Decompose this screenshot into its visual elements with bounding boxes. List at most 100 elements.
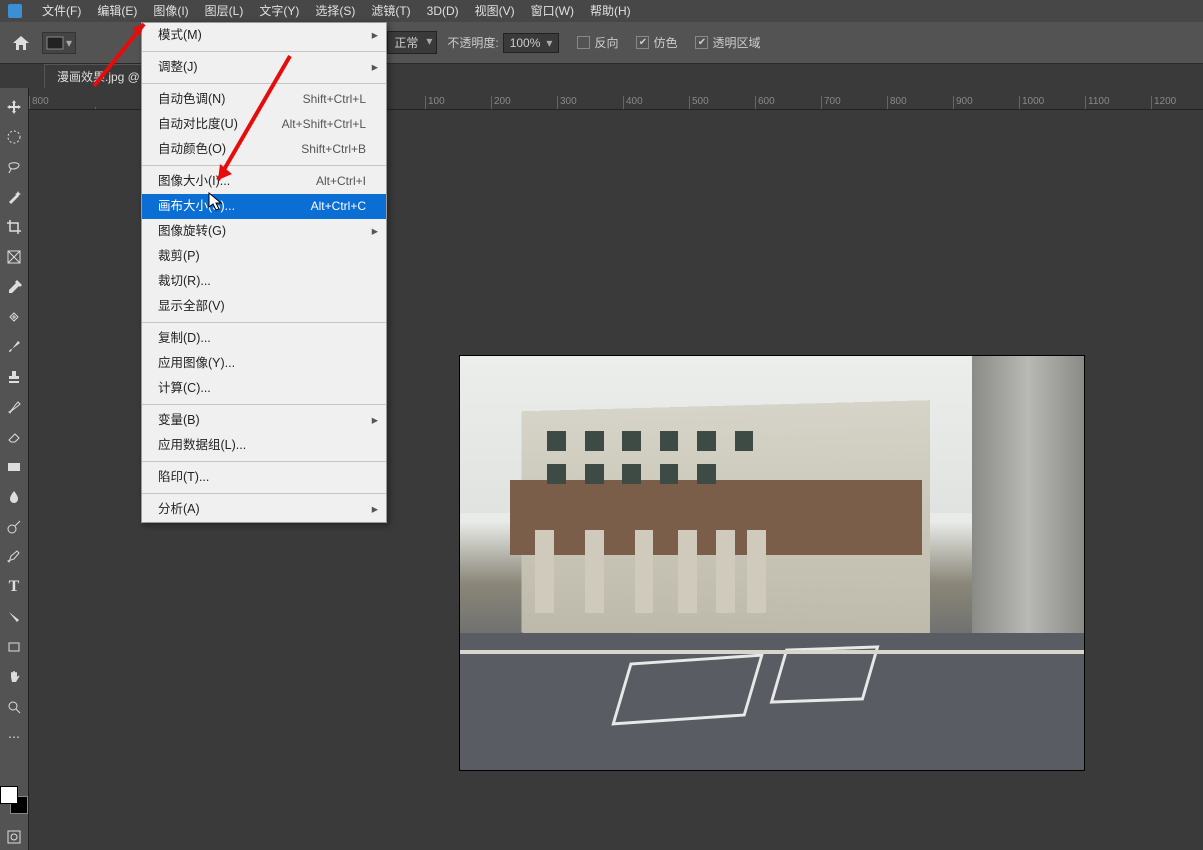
eyedropper-tool[interactable] xyxy=(0,274,28,300)
zoom-tool[interactable] xyxy=(0,694,28,720)
dither-checkbox[interactable]: 仿色 xyxy=(636,34,677,51)
brush-tool[interactable] xyxy=(0,334,28,360)
ruler-tick: 600 xyxy=(755,96,821,109)
gradient-icon xyxy=(6,459,22,475)
hand-icon xyxy=(6,669,22,685)
menu-select[interactable]: 选择(S) xyxy=(307,0,363,22)
menu-item-label: 变量(B) xyxy=(158,412,366,429)
menu-item[interactable]: 计算(C)... xyxy=(142,376,386,401)
marquee-icon xyxy=(6,129,22,145)
annotation-arrow-1 xyxy=(88,14,162,92)
reverse-checkbox[interactable]: 反向 xyxy=(577,34,618,51)
pen-tool[interactable] xyxy=(0,544,28,570)
doc-preset-button[interactable]: ▾ xyxy=(42,32,76,54)
ellipsis-icon: ⋯ xyxy=(8,730,20,744)
home-icon xyxy=(12,35,30,51)
menu-separator xyxy=(142,461,386,462)
ruler-tick: 700 xyxy=(821,96,887,109)
menu-file[interactable]: 文件(F) xyxy=(34,0,89,22)
ruler-tick: 800 xyxy=(887,96,953,109)
document-image xyxy=(459,355,1085,771)
menu-view[interactable]: 视图(V) xyxy=(467,0,523,22)
menu-item-label: 应用数据组(L)... xyxy=(158,437,366,454)
menu-item[interactable]: 模式(M) xyxy=(142,23,386,48)
opacity-label: 不透明度: xyxy=(447,34,498,51)
frame-tool[interactable] xyxy=(0,244,28,270)
menu-layer[interactable]: 图层(L) xyxy=(197,0,252,22)
menu-item-label: 裁剪(P) xyxy=(158,248,366,265)
menu-item[interactable]: 变量(B) xyxy=(142,408,386,433)
frame-icon xyxy=(6,249,22,265)
blur-tool[interactable] xyxy=(0,484,28,510)
menu-item-label: 显示全部(V) xyxy=(158,298,366,315)
menu-item[interactable]: 分析(A) xyxy=(142,497,386,522)
path-icon xyxy=(6,609,22,625)
transparency-checkbox[interactable]: 透明区域 xyxy=(695,34,760,51)
more-tools[interactable]: ⋯ xyxy=(0,724,28,750)
menu-item-label: 图像旋转(G) xyxy=(158,223,366,240)
menu-item-shortcut: Shift+Ctrl+B xyxy=(301,141,366,158)
rect-tool[interactable] xyxy=(0,634,28,660)
move-tool[interactable] xyxy=(0,94,28,120)
menu-item[interactable]: 复制(D)... xyxy=(142,326,386,351)
menu-item-label: 模式(M) xyxy=(158,27,366,44)
ruler-tick: 400 xyxy=(623,96,689,109)
menu-item[interactable]: 图像旋转(G) xyxy=(142,219,386,244)
eyedropper-icon xyxy=(6,279,22,295)
ruler-tick: 800 xyxy=(29,96,95,109)
history-brush-tool[interactable] xyxy=(0,394,28,420)
menu-help[interactable]: 帮助(H) xyxy=(582,0,639,22)
menu-item-label: 应用图像(Y)... xyxy=(158,355,366,372)
ruler-tick: 1200 xyxy=(1151,96,1203,109)
menu-separator xyxy=(142,404,386,405)
menu-3d[interactable]: 3D(D) xyxy=(419,0,467,22)
menu-item-label: 复制(D)... xyxy=(158,330,366,347)
ruler-tick: 500 xyxy=(689,96,755,109)
blur-icon xyxy=(6,489,22,505)
lasso-tool[interactable] xyxy=(0,154,28,180)
menu-item[interactable]: 裁剪(P) xyxy=(142,244,386,269)
type-icon: T xyxy=(9,578,20,596)
menu-separator xyxy=(142,493,386,494)
opacity-control: 不透明度: 100%▾ xyxy=(447,33,559,53)
type-tool[interactable]: T xyxy=(0,574,28,600)
mode-dropdown[interactable]: 正常 xyxy=(387,31,437,54)
lasso-icon xyxy=(6,159,22,175)
ruler-tick: 1100 xyxy=(1085,96,1151,109)
healing-icon xyxy=(6,309,22,325)
menu-window[interactable]: 窗口(W) xyxy=(523,0,582,22)
move-icon xyxy=(6,99,22,115)
menu-item[interactable]: 显示全部(V) xyxy=(142,294,386,319)
menu-item-label: 计算(C)... xyxy=(158,380,366,397)
color-swatches[interactable] xyxy=(0,786,28,814)
stamp-tool[interactable] xyxy=(0,364,28,390)
annotation-arrow-2 xyxy=(200,48,300,198)
menu-item[interactable]: 应用数据组(L)... xyxy=(142,433,386,458)
menu-filter[interactable]: 滤镜(T) xyxy=(363,0,418,22)
crop-tool[interactable] xyxy=(0,214,28,240)
menu-item[interactable]: 应用图像(Y)... xyxy=(142,351,386,376)
dodge-icon xyxy=(6,519,22,535)
eraser-tool[interactable] xyxy=(0,424,28,450)
quick-mask[interactable] xyxy=(0,824,28,850)
ruler-tick: 200 xyxy=(491,96,557,109)
healing-tool[interactable] xyxy=(0,304,28,330)
wand-tool[interactable] xyxy=(0,184,28,210)
gradient-tool[interactable] xyxy=(0,454,28,480)
hand-tool[interactable] xyxy=(0,664,28,690)
marquee-tool[interactable] xyxy=(0,124,28,150)
menu-item[interactable]: 陷印(T)... xyxy=(142,465,386,490)
home-button[interactable] xyxy=(10,34,32,52)
opacity-value[interactable]: 100%▾ xyxy=(503,33,560,53)
history-brush-icon xyxy=(6,399,22,415)
dodge-tool[interactable] xyxy=(0,514,28,540)
path-tool[interactable] xyxy=(0,604,28,630)
menu-item[interactable]: 裁切(R)... xyxy=(142,269,386,294)
foreground-swatch[interactable] xyxy=(0,786,18,804)
menu-type[interactable]: 文字(Y) xyxy=(251,0,307,22)
ruler-tick: 100 xyxy=(425,96,491,109)
wand-icon xyxy=(6,189,22,205)
menu-bar: 文件(F) 编辑(E) 图像(I) 图层(L) 文字(Y) 选择(S) 滤镜(T… xyxy=(0,0,1203,22)
crop-icon xyxy=(6,219,22,235)
rect-icon xyxy=(6,639,22,655)
